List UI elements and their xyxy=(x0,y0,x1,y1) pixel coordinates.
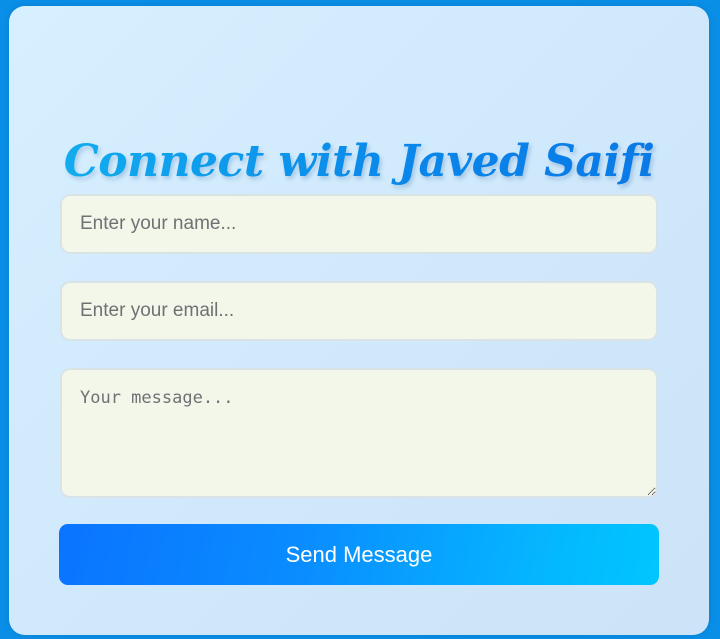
contact-card: Connect with Javed Saifi Send Message xyxy=(9,6,709,635)
email-field[interactable] xyxy=(60,281,658,341)
page-title: Connect with Javed Saifi xyxy=(9,127,709,197)
send-message-button[interactable]: Send Message xyxy=(59,524,659,585)
message-textarea[interactable] xyxy=(60,368,658,498)
name-field[interactable] xyxy=(60,194,658,254)
